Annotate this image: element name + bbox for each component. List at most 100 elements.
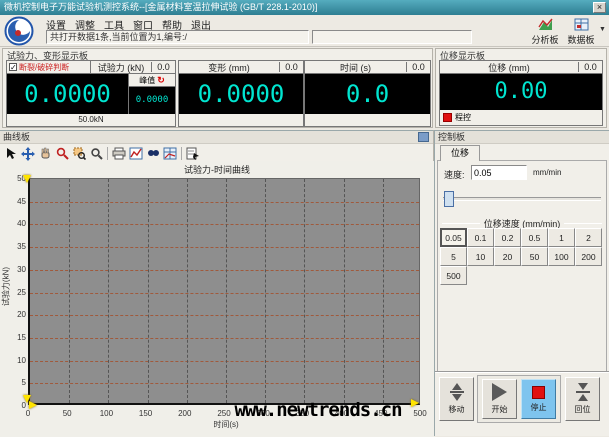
toolbar-separator: [181, 147, 182, 160]
data-panel-button[interactable]: 数据板: [563, 18, 599, 46]
h-gridline: [30, 247, 419, 248]
speed-slider[interactable]: [443, 191, 601, 207]
displacement-display-panel: 位移 (mm) 0.0 0.00 程控: [439, 60, 603, 126]
speed-option-0.1[interactable]: 0.1: [467, 228, 494, 247]
time-header-value: 0.0: [406, 62, 430, 72]
deform-footer: [179, 114, 303, 126]
menubar: 设置调整工具窗口帮助退出: [46, 17, 220, 30]
time-display-panel: 时间 (s) 0.0 0.0: [304, 60, 431, 127]
stop-button-label: 停止: [531, 402, 547, 413]
hand-pan-icon[interactable]: [37, 146, 53, 161]
speed-option-100[interactable]: 100: [548, 247, 575, 266]
data-status-field: 共打开数据1条,当前位置为1,编号:/: [46, 30, 309, 44]
speed-option-0.5[interactable]: 0.5: [521, 228, 548, 247]
print-icon[interactable]: [111, 146, 127, 161]
speed-slider-track[interactable]: [443, 197, 601, 201]
displacement-lcd-value: 0.00: [440, 74, 602, 110]
move-button-label: 移动: [449, 404, 465, 415]
curve-export-icon[interactable]: [185, 146, 201, 161]
v-gridline: [108, 179, 109, 403]
displacement-display-group: 位移显示板 位移 (mm) 0.0 0.00 程控: [435, 48, 607, 128]
force-deform-display-group: 试验力、变形显示板 ✓ 断裂/破碎判断 试验力 (kN) 0.0 0.0000 …: [2, 48, 433, 128]
return-button[interactable]: 回位: [565, 377, 600, 421]
speed-option-0.05[interactable]: 0.05: [440, 228, 467, 247]
return-together-icon: [576, 383, 590, 401]
zoom-area-icon[interactable]: [71, 146, 87, 161]
curve-data-table-icon[interactable]: [162, 146, 178, 161]
deform-display-panel: 变形 (mm) 0.0 0.0000: [178, 60, 304, 127]
select-cursor-icon[interactable]: [3, 146, 19, 161]
h-gridline: [30, 270, 419, 271]
v-gridline: [148, 179, 149, 403]
watermark-text: www.newtrends.cn: [208, 399, 428, 421]
speed-option-1[interactable]: 1: [548, 228, 575, 247]
y-tick-20: 20: [2, 310, 26, 319]
stop-square-icon: [532, 386, 545, 399]
h-gridline: [30, 338, 419, 339]
v-gridline: [383, 179, 384, 403]
x-axis-start-marker: [29, 401, 37, 409]
stop-button[interactable]: 停止: [521, 379, 556, 419]
time-footer: [305, 114, 430, 126]
start-button-label: 开始: [492, 404, 508, 415]
force-time-chart: 试验力-时间曲线 试验力(kN) 时间(s) www.newtrends.cn …: [0, 161, 434, 437]
curve-chart-icon[interactable]: [128, 146, 144, 161]
time-header-label: 时间 (s): [305, 61, 406, 74]
force-header-label: 试验力 (kN): [91, 61, 151, 74]
force-header-value: 0.0: [151, 62, 175, 72]
x-tick-50: 50: [55, 409, 79, 418]
break-detect-option[interactable]: ✓ 断裂/破碎判断: [7, 61, 91, 73]
close-button[interactable]: ×: [593, 2, 606, 13]
chart-title: 试验力-时间曲线: [0, 163, 434, 176]
y-tick-40: 40: [2, 219, 26, 228]
move-button[interactable]: 移动: [439, 377, 474, 421]
speed-input[interactable]: [471, 165, 527, 180]
break-detect-checkbox[interactable]: ✓: [9, 63, 17, 71]
peak-refresh-icon[interactable]: ↻: [157, 75, 165, 86]
speed-option-20[interactable]: 20: [494, 247, 521, 266]
y-tick-35: 35: [2, 242, 26, 251]
y-tick-10: 10: [2, 356, 26, 365]
time-lcd-value: 0.0: [305, 74, 430, 114]
zoom-out-icon[interactable]: [88, 146, 104, 161]
curve-search-icon[interactable]: [145, 146, 161, 161]
speed-unit-label: mm/min: [533, 168, 561, 177]
x-tick-200: 200: [173, 409, 197, 418]
pan-move-icon[interactable]: [20, 146, 36, 161]
speed-slider-thumb[interactable]: [444, 191, 454, 207]
tab-displacement[interactable]: 位移: [440, 145, 480, 161]
control-divider: [435, 371, 609, 373]
zoom-in-icon[interactable]: [54, 146, 70, 161]
control-panel: 控制板 位移 速度: mm/min 位移速度 (mm/min) 0.050.10…: [434, 130, 609, 436]
chart-plot-area[interactable]: [28, 178, 420, 405]
displacement-header-value: 0.0: [578, 62, 602, 72]
h-gridline: [30, 383, 419, 384]
peak-lcd-value: 0.0000: [129, 87, 175, 114]
speed-option-5[interactable]: 5: [440, 247, 467, 266]
speed-option-200[interactable]: 200: [575, 247, 602, 266]
start-button[interactable]: 开始: [482, 379, 517, 419]
toolbar: 设置调整工具窗口帮助退出 共打开数据1条,当前位置为1,编号:/ 分析板: [0, 15, 609, 47]
speed-option-50[interactable]: 50: [521, 247, 548, 266]
speed-option-10[interactable]: 10: [467, 247, 494, 266]
panel-pin-icon[interactable]: [418, 132, 429, 142]
toolbar-overflow-arrow[interactable]: ▼: [599, 26, 606, 33]
y-tick-5: 5: [2, 378, 26, 387]
deform-header-value: 0.0: [279, 62, 303, 72]
data-grid-icon: [574, 18, 589, 33]
y-tick-15: 15: [2, 333, 26, 342]
app-logo-icon: [4, 16, 34, 46]
speed-option-2[interactable]: 2: [575, 228, 602, 247]
control-panel-title: 控制板: [435, 131, 609, 144]
app-window: 微机控制电子万能试验机测控系统--[金属材料室温拉伸试验 (GB/T 228.1…: [0, 0, 609, 436]
status-field-secondary: [312, 30, 472, 44]
analysis-panel-button[interactable]: 分析板: [527, 18, 563, 46]
force-lcd-value: 0.0000: [7, 74, 128, 114]
titlebar: 微机控制电子万能试验机测控系统--[金属材料室温拉伸试验 (GB/T 228.1…: [0, 0, 609, 15]
peak-label: 峰值: [139, 75, 155, 86]
speed-option-0.2[interactable]: 0.2: [494, 228, 521, 247]
speed-option-500[interactable]: 500: [440, 266, 467, 285]
curve-toolbar: [3, 145, 201, 162]
curve-panel-title: 曲线板: [0, 131, 433, 144]
window-title: 微机控制电子万能试验机测控系统--[金属材料室温拉伸试验 (GB/T 228.1…: [4, 2, 317, 12]
